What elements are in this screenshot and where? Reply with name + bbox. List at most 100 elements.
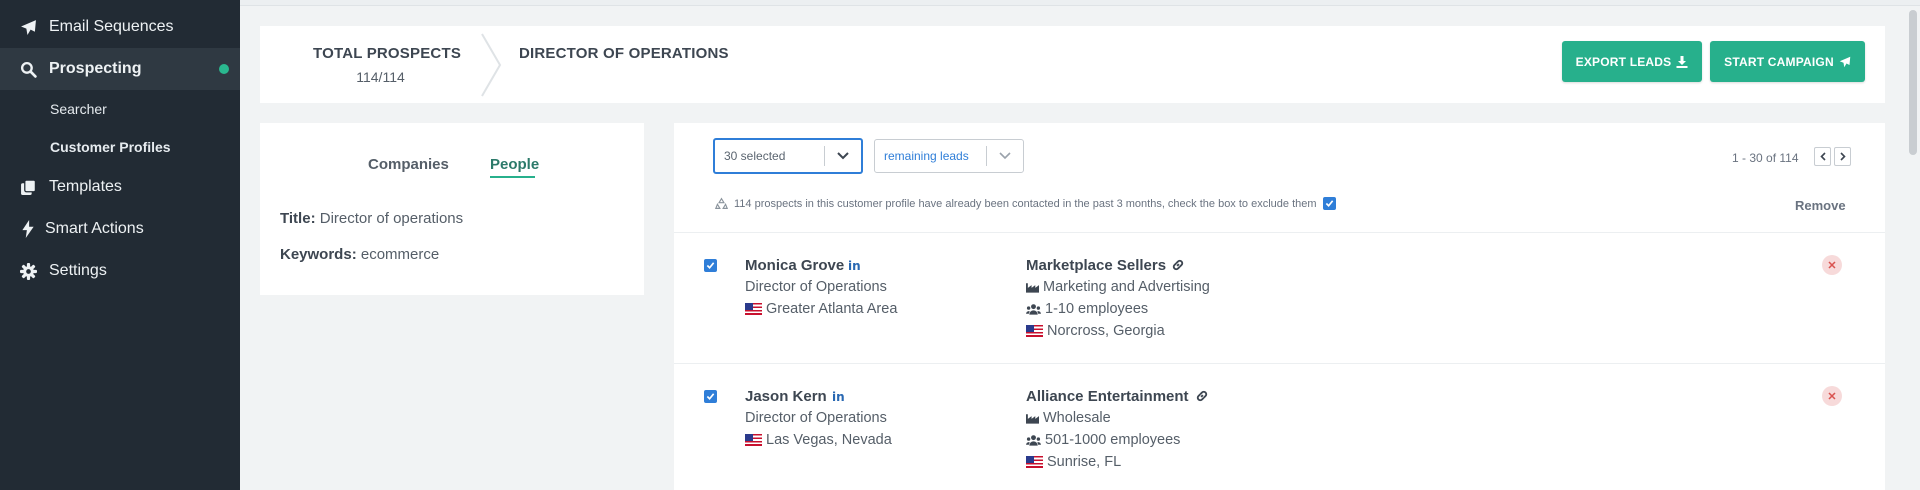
person-name[interactable]: Monica Grove <box>745 257 844 274</box>
chevron-down-icon <box>825 152 861 160</box>
chevron-right-icon <box>1839 152 1846 161</box>
sidebar-item-label: Templates <box>49 178 122 195</box>
contacted-notice: 114 prospects in this customer profile h… <box>715 197 1336 210</box>
us-flag-icon <box>745 434 762 446</box>
breadcrumb-chevron-icon <box>481 33 502 97</box>
us-flag-icon <box>745 303 762 315</box>
close-icon: ✕ <box>1827 259 1837 272</box>
sidebar-item-smart-actions[interactable]: Smart Actions <box>0 208 240 250</box>
users-icon <box>1026 435 1041 446</box>
sidebar: Email Sequences Prospecting Searcher Cus… <box>0 0 240 490</box>
remove-row-button[interactable]: ✕ <box>1822 386 1842 406</box>
title-filter-key: Title: <box>280 210 316 227</box>
table-row: Jason Kern in Director of Operations Las… <box>674 364 1885 490</box>
industry-icon <box>1026 414 1039 424</box>
sidebar-item-label: Email Sequences <box>49 18 174 35</box>
company-location: Norcross, Georgia <box>1026 323 1165 339</box>
keywords-filter-key: Keywords: <box>280 246 357 263</box>
prospect-list-card: 30 selected remaining leads 1 - 30 of 11… <box>674 123 1885 490</box>
export-leads-label: EXPORT LEADS <box>1575 54 1672 69</box>
company-name[interactable]: Alliance Entertainment <box>1026 388 1189 405</box>
company-size-text: 501-1000 employees <box>1045 432 1181 448</box>
chevron-left-icon <box>1819 152 1826 161</box>
linkedin-icon[interactable]: in <box>832 390 845 404</box>
us-flag-icon <box>1026 456 1043 468</box>
previous-page-button[interactable] <box>1814 147 1831 166</box>
company-industry: Marketing and Advertising <box>1026 279 1210 295</box>
person-location-text: Greater Atlanta Area <box>766 301 898 317</box>
company-location-text: Norcross, Georgia <box>1047 323 1165 339</box>
link-icon[interactable] <box>1171 258 1185 272</box>
export-leads-button[interactable]: EXPORT LEADS <box>1562 41 1702 82</box>
tab-companies[interactable]: Companies <box>368 156 449 173</box>
selection-value: 30 selected <box>724 149 786 163</box>
start-campaign-label: START CAMPAIGN <box>1724 54 1834 69</box>
recycle-icon <box>715 197 728 209</box>
title-filter: Title: Director of operations <box>280 210 463 227</box>
person-title: Director of Operations <box>745 279 887 295</box>
sidebar-item-label: Settings <box>49 262 107 279</box>
sidebar-subitem-customer-profiles[interactable]: Customer Profiles <box>50 139 171 155</box>
copy-icon <box>18 177 38 197</box>
us-flag-icon <box>1026 325 1043 337</box>
tab-people[interactable]: People <box>490 156 539 173</box>
leads-filter-value: remaining leads <box>884 149 969 163</box>
sidebar-subitem-searcher[interactable]: Searcher <box>50 101 107 117</box>
download-icon <box>1676 55 1688 68</box>
company-location: Sunrise, FL <box>1026 454 1121 470</box>
top-strip <box>240 0 1920 6</box>
person-title: Director of Operations <box>745 410 887 426</box>
total-prospects-count: 114/114 <box>356 69 405 85</box>
active-tab-indicator <box>490 176 535 178</box>
sidebar-item-prospecting[interactable]: Prospecting <box>0 48 240 90</box>
leads-filter-dropdown[interactable]: remaining leads <box>874 139 1024 173</box>
bolt-icon <box>18 219 38 239</box>
total-prospects-label: TOTAL PROSPECTS <box>313 45 462 62</box>
contacted-notice-text: 114 prospects in this customer profile h… <box>734 197 1317 210</box>
profile-title: DIRECTOR OF OPERATIONS <box>519 45 729 62</box>
search-icon <box>18 59 38 79</box>
status-dot <box>219 64 229 74</box>
profile-filters-card: Companies People Title: Director of oper… <box>260 123 644 295</box>
sidebar-item-label: Prospecting <box>49 60 142 77</box>
row-checkbox[interactable] <box>704 390 717 403</box>
scrollbar[interactable] <box>1909 10 1917 155</box>
sidebar-item-templates[interactable]: Templates <box>0 166 240 208</box>
selection-dropdown[interactable]: 30 selected <box>713 138 863 174</box>
keywords-filter: Keywords: ecommerce <box>280 246 439 263</box>
linkedin-icon[interactable]: in <box>848 259 861 273</box>
paper-plane-icon <box>1839 56 1851 67</box>
sidebar-item-settings[interactable]: Settings <box>0 250 240 292</box>
row-checkbox[interactable] <box>704 259 717 272</box>
person-location-text: Las Vegas, Nevada <box>766 432 892 448</box>
chevron-down-icon <box>987 152 1023 160</box>
start-campaign-button[interactable]: START CAMPAIGN <box>1710 41 1865 82</box>
person-location: Greater Atlanta Area <box>745 301 897 317</box>
company-industry-text: Wholesale <box>1043 410 1111 426</box>
close-icon: ✕ <box>1827 390 1837 403</box>
sidebar-item-email-sequences[interactable]: Email Sequences <box>0 6 240 48</box>
industry-icon <box>1026 283 1039 293</box>
remove-row-button[interactable]: ✕ <box>1822 255 1842 275</box>
remove-button[interactable]: Remove <box>1795 198 1846 213</box>
paper-plane-icon <box>18 17 38 37</box>
company-name[interactable]: Marketplace Sellers <box>1026 257 1166 274</box>
gear-icon <box>18 261 38 281</box>
company-industry: Wholesale <box>1026 410 1111 426</box>
keywords-filter-value: ecommerce <box>360 246 440 263</box>
sidebar-item-label: Smart Actions <box>45 220 144 237</box>
company-industry-text: Marketing and Advertising <box>1043 279 1210 295</box>
title-filter-value: Director of operations <box>319 210 464 227</box>
company-size: 1-10 employees <box>1026 301 1148 317</box>
person-location: Las Vegas, Nevada <box>745 432 892 448</box>
pagination-label: 1 - 30 of 114 <box>1732 151 1799 165</box>
profile-header: TOTAL PROSPECTS 114/114 DIRECTOR OF OPER… <box>260 26 1885 103</box>
next-page-button[interactable] <box>1834 147 1851 166</box>
table-row: Monica Grove in Director of Operations G… <box>674 233 1885 363</box>
users-icon <box>1026 304 1041 315</box>
exclude-contacted-checkbox[interactable] <box>1322 197 1336 210</box>
person-name[interactable]: Jason Kern <box>745 388 827 405</box>
company-size-text: 1-10 employees <box>1045 301 1149 317</box>
link-icon[interactable] <box>1195 389 1209 403</box>
company-location-text: Sunrise, FL <box>1047 454 1122 470</box>
